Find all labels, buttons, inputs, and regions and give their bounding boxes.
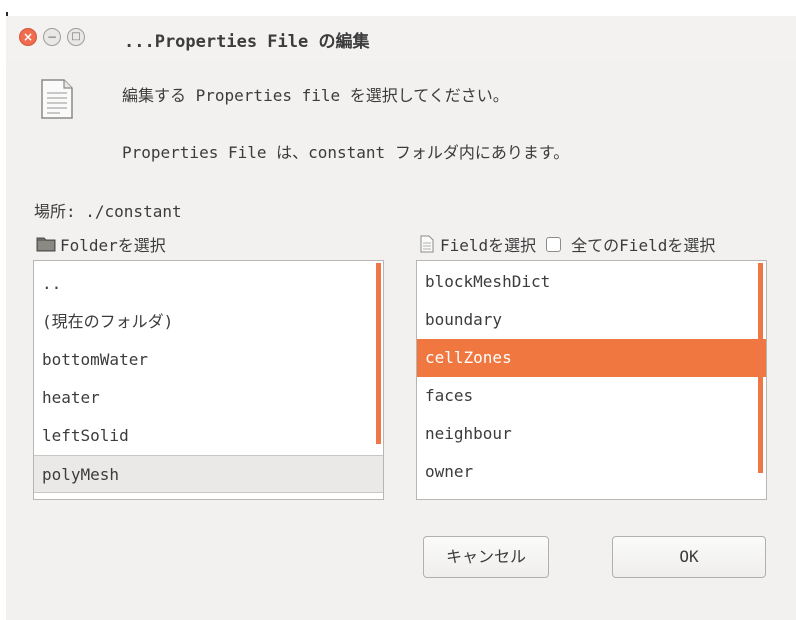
field-item-boundary[interactable]: boundary	[417, 301, 766, 339]
field-panel-title: Fieldを選択	[440, 236, 537, 255]
folder-icon	[36, 236, 56, 252]
location-label: 場所: ./constant	[34, 202, 182, 221]
folder-item-heater[interactable]: heater	[34, 379, 383, 417]
info-text: Properties File は、constant フォルダ内にあります。	[122, 143, 570, 162]
folder-item-polymesh[interactable]: polyMesh	[34, 455, 383, 493]
title-bar[interactable]: × − □ ...Properties File の編集	[6, 16, 796, 60]
folder-panel-title: Folderを選択	[60, 236, 166, 255]
field-item-faces[interactable]: faces	[417, 377, 766, 415]
field-panel-header: Fieldを選択 全てのFieldを選択	[420, 232, 715, 256]
folder-item-current[interactable]: (現在のフォルダ)	[34, 303, 383, 341]
folder-item-parent[interactable]: ..	[34, 265, 383, 303]
cancel-button[interactable]: キャンセル	[423, 536, 549, 578]
field-item-neighbour[interactable]: neighbour	[417, 415, 766, 453]
select-all-label[interactable]: 全てのFieldを選択	[571, 232, 715, 256]
field-list-scrollbar[interactable]	[758, 263, 763, 473]
folder-panel-header: Folderを選択	[36, 232, 166, 256]
window-title: ...Properties File の編集	[124, 32, 370, 52]
ok-button[interactable]: OK	[612, 536, 766, 578]
minimize-button[interactable]: −	[43, 28, 61, 46]
document-icon	[40, 78, 74, 120]
field-list[interactable]: blockMeshDict boundary cellZones faces n…	[416, 260, 767, 500]
maximize-button[interactable]: □	[67, 28, 85, 46]
select-all-checkbox[interactable]	[546, 236, 562, 252]
folder-item-leftsolid[interactable]: leftSolid	[34, 417, 383, 455]
file-icon	[420, 235, 434, 253]
field-item-cellzones[interactable]: cellZones	[417, 339, 766, 377]
folder-list[interactable]: .. (現在のフォルダ) bottomWater heater leftSoli…	[33, 260, 384, 500]
field-item-blockmeshdict[interactable]: blockMeshDict	[417, 263, 766, 301]
field-item-owner[interactable]: owner	[417, 453, 766, 491]
folder-item-bottomwater[interactable]: bottomWater	[34, 341, 383, 379]
close-button[interactable]: ×	[19, 28, 37, 46]
instruction-text: 編集する Properties file を選択してください。	[122, 86, 509, 105]
folder-list-scrollbar[interactable]	[376, 263, 381, 444]
